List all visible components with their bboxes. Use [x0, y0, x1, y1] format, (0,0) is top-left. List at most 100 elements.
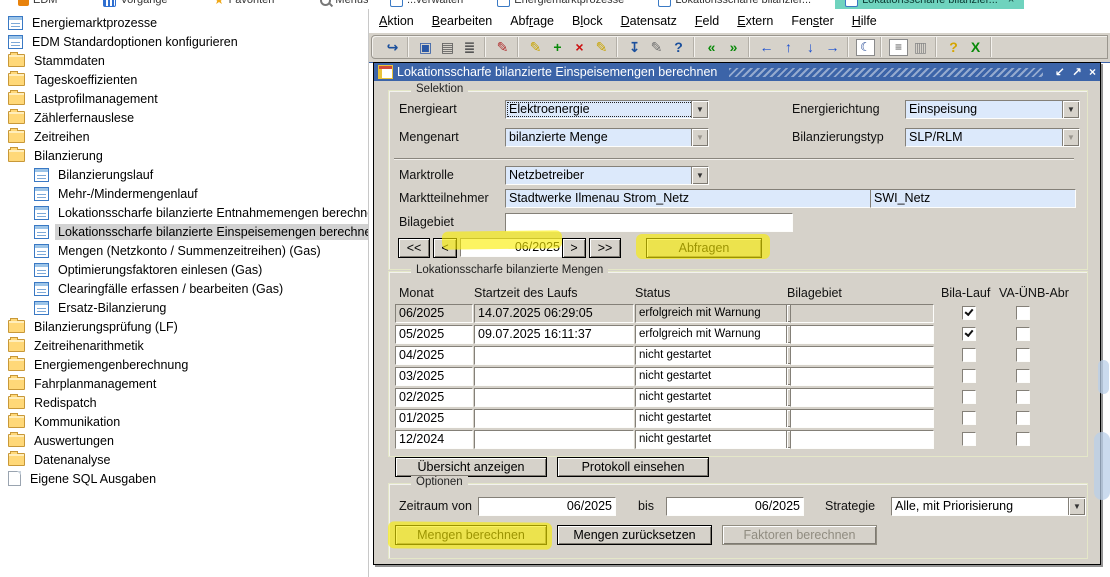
- marktteilnehmer-code-field[interactable]: SWI_Netz: [870, 189, 1076, 208]
- startzeit-cell[interactable]: [474, 367, 634, 386]
- sidebar-item[interactable]: Datenanalyse: [0, 450, 368, 469]
- sidebar-item[interactable]: Lastprofilmanagement: [0, 89, 368, 108]
- download-icon[interactable]: ↧: [625, 38, 644, 56]
- sidebar-item[interactable]: Lokationsscharfe bilanzierte Entnahmemen…: [0, 203, 368, 222]
- bila-lauf-checkbox[interactable]: [962, 327, 976, 341]
- menu-block[interactable]: Block: [572, 14, 603, 28]
- status-select[interactable]: erfolgreich mit Warnung▼: [635, 304, 804, 323]
- sidebar-item[interactable]: Mengen (Netzkonto / Summenzeitreihen) (G…: [0, 241, 368, 260]
- abfragen-button[interactable]: Abfragen: [646, 238, 762, 258]
- bila-lauf-checkbox[interactable]: [962, 348, 976, 362]
- marktteilnehmer-field[interactable]: Stadtwerke Ilmenau Strom_Netz: [505, 189, 871, 208]
- document-tab-4[interactable]: Lokationsscharfe bilanzier...×: [835, 0, 1024, 9]
- document-list-icon[interactable]: ≡: [889, 39, 908, 56]
- chevron-down-icon[interactable]: ▼: [1062, 101, 1079, 118]
- close-icon[interactable]: ×: [1008, 0, 1014, 6]
- status-select[interactable]: nicht gestartet▼: [635, 430, 804, 449]
- bila-lauf-checkbox[interactable]: [962, 369, 976, 383]
- startzeit-cell[interactable]: 14.07.2025 06:29:05: [474, 304, 634, 323]
- bila-lauf-checkbox[interactable]: [962, 432, 976, 446]
- va-unb-abr-checkbox[interactable]: [1016, 390, 1030, 404]
- restore-icon[interactable]: ↗: [1072, 66, 1082, 78]
- mengen-zuruecksetzen-button[interactable]: Mengen zurücksetzen: [557, 525, 712, 545]
- print-icon[interactable]: ▤: [438, 38, 457, 56]
- marktrolle-select[interactable]: Netzbetreiber▼: [505, 166, 709, 185]
- va-unb-abr-checkbox[interactable]: [1016, 369, 1030, 383]
- sidebar-item[interactable]: Tageskoeffizienten: [0, 70, 368, 89]
- sidebar-item[interactable]: Clearingfälle erfassen / bearbeiten (Gas…: [0, 279, 368, 298]
- print-preview-icon[interactable]: ≣: [460, 38, 479, 56]
- tab-menüsuche[interactable]: Menüsuche: [310, 0, 368, 9]
- previous-month-button[interactable]: <: [433, 238, 457, 258]
- sidebar-item[interactable]: Energiemengenberechnung: [0, 355, 368, 374]
- bilagebiet-field[interactable]: [505, 213, 793, 232]
- zeitraum-von-field[interactable]: 06/2025: [478, 497, 616, 516]
- sidebar-item[interactable]: Bilanzierungsprüfung (LF): [0, 317, 368, 336]
- arrow-up-icon[interactable]: ↑: [779, 38, 798, 56]
- sidebar-item[interactable]: Bilanzierung: [0, 146, 368, 165]
- uebersicht-anzeigen-button[interactable]: Übersicht anzeigen: [395, 457, 547, 477]
- sidebar-item[interactable]: Redispatch: [0, 393, 368, 412]
- document-tab-2[interactable]: Energiemarktprozesse: [487, 0, 634, 9]
- startzeit-cell[interactable]: 09.07.2025 16:11:37: [474, 325, 634, 344]
- chevron-down-icon[interactable]: ▼: [691, 167, 708, 184]
- menu-feld[interactable]: Feld: [695, 14, 719, 28]
- excel-export-icon[interactable]: X: [966, 38, 985, 56]
- sidebar-item[interactable]: Zählerfernauslese: [0, 108, 368, 127]
- status-select[interactable]: nicht gestartet▼: [635, 388, 804, 407]
- arrow-left-icon[interactable]: ←: [757, 38, 776, 56]
- month-field[interactable]: 06/2025: [460, 238, 564, 257]
- bilagebiet-cell[interactable]: [790, 388, 934, 407]
- link-icon[interactable]: ?: [944, 38, 963, 56]
- menu-datensatz[interactable]: Datensatz: [621, 14, 677, 28]
- insert-record-icon[interactable]: +: [548, 38, 567, 56]
- menu-hilfe[interactable]: Hilfe: [852, 14, 877, 28]
- sidebar-item[interactable]: Energiemarktprozesse: [0, 13, 368, 32]
- sidebar-item[interactable]: Zeitreihen: [0, 127, 368, 146]
- next-month-button[interactable]: >: [562, 238, 586, 258]
- close-icon[interactable]: ×: [1089, 66, 1096, 78]
- menu-abfrage[interactable]: Abfrage: [510, 14, 554, 28]
- mengenart-select[interactable]: bilanzierte Menge▼: [505, 128, 709, 147]
- bilagebiet-cell[interactable]: [790, 367, 934, 386]
- chevron-down-icon[interactable]: ▼: [691, 101, 708, 118]
- sidebar-item[interactable]: Eigene SQL Ausgaben: [0, 469, 368, 488]
- bilanzierungstyp-select[interactable]: SLP/RLM▼: [905, 128, 1080, 147]
- monat-cell[interactable]: 01/2025: [395, 409, 473, 428]
- bilagebiet-cell[interactable]: [790, 325, 934, 344]
- protokoll-einsehen-button[interactable]: Protokoll einsehen: [557, 457, 709, 477]
- moon-icon[interactable]: ☾: [856, 39, 875, 56]
- startzeit-cell[interactable]: [474, 409, 634, 428]
- sidebar-item[interactable]: Stammdaten: [0, 51, 368, 70]
- strategie-select[interactable]: Alle, mit Priorisierung▼: [891, 497, 1086, 516]
- bilagebiet-cell[interactable]: [790, 430, 934, 449]
- va-unb-abr-checkbox[interactable]: [1016, 432, 1030, 446]
- monat-cell[interactable]: 05/2025: [395, 325, 473, 344]
- sidebar-item[interactable]: Ersatz-Bilanzierung: [0, 298, 368, 317]
- tab-edm[interactable]: EDM: [8, 0, 67, 9]
- sidebar-item[interactable]: Bilanzierungslauf: [0, 165, 368, 184]
- sidebar-item[interactable]: Fahrplanmanagement: [0, 374, 368, 393]
- sidebar-item[interactable]: Lokationsscharfe bilanzierte Einspeiseme…: [0, 222, 368, 241]
- previous-block-icon[interactable]: «: [702, 38, 721, 56]
- sidebar-item[interactable]: Optimierungsfaktoren einlesen (Gas): [0, 260, 368, 279]
- minimize-icon[interactable]: ↙: [1055, 66, 1065, 78]
- window-titlebar[interactable]: Lokationsscharfe bilanzierte Einspeiseme…: [374, 63, 1100, 81]
- sidebar-item[interactable]: Mehr-/Mindermengenlauf: [0, 184, 368, 203]
- edit-icon[interactable]: ✎: [647, 38, 666, 56]
- startzeit-cell[interactable]: [474, 388, 634, 407]
- bilagebiet-cell[interactable]: [790, 409, 934, 428]
- sidebar-item[interactable]: Kommunikation: [0, 412, 368, 431]
- bila-lauf-checkbox[interactable]: [962, 411, 976, 425]
- cancel-query-icon[interactable]: ✎: [592, 38, 611, 56]
- va-unb-abr-checkbox[interactable]: [1016, 348, 1030, 362]
- monat-cell[interactable]: 12/2024: [395, 430, 473, 449]
- menu-fenster[interactable]: Fenster: [791, 14, 833, 28]
- monat-cell[interactable]: 06/2025: [395, 304, 473, 323]
- tab-vorgänge[interactable]: Vorgänge: [93, 0, 177, 9]
- va-unb-abr-checkbox[interactable]: [1016, 327, 1030, 341]
- va-unb-abr-checkbox[interactable]: [1016, 306, 1030, 320]
- enter-query-icon[interactable]: ✎: [526, 38, 545, 56]
- monat-cell[interactable]: 04/2025: [395, 346, 473, 365]
- tab-favoriten[interactable]: ★Favoriten: [204, 0, 285, 9]
